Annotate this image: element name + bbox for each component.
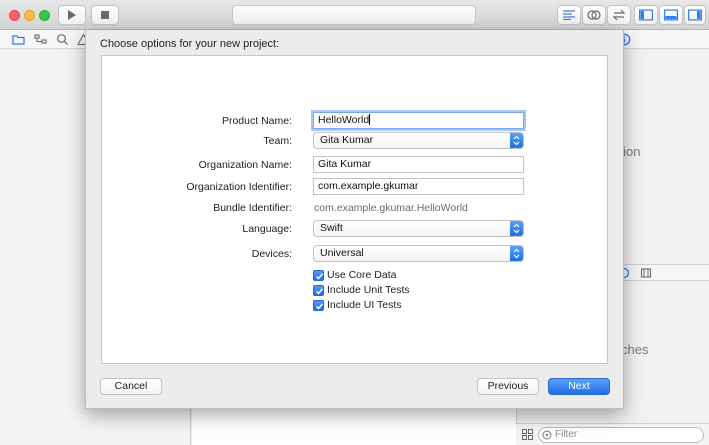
devices-value: Universal <box>320 247 364 259</box>
assistant-editor-button[interactable] <box>582 5 606 25</box>
organization-name-value: Gita Kumar <box>318 158 372 170</box>
options-panel: Product Name: HelloWorld Team: Gita Kuma… <box>101 55 608 364</box>
toggle-debug-area-button[interactable] <box>659 5 683 25</box>
team-label: Team: <box>263 135 292 147</box>
utilities-text-bottom: ches <box>621 342 649 357</box>
use-core-data-checkbox[interactable] <box>313 270 324 281</box>
filter-icon <box>542 430 552 440</box>
organization-name-label: Organization Name: <box>198 159 292 171</box>
new-project-sheet: Choose options for your new project: Pro… <box>85 30 624 409</box>
checkmark-icon <box>315 288 324 295</box>
product-name-label: Product Name: <box>221 115 292 127</box>
include-unit-tests-checkbox[interactable] <box>313 285 324 296</box>
folder-icon[interactable] <box>12 33 25 46</box>
media-library-icon[interactable] <box>640 267 652 279</box>
product-name-field[interactable]: HelloWorld <box>313 112 524 129</box>
search-icon[interactable] <box>56 33 69 46</box>
standard-editor-button[interactable] <box>557 5 581 25</box>
devices-label: Devices: <box>251 248 292 260</box>
include-unit-tests-label: Include Unit Tests <box>327 284 410 296</box>
sheet-title: Choose options for your new project: <box>100 38 280 50</box>
library-filter-bar: Filter <box>516 423 709 445</box>
include-ui-tests-checkbox[interactable] <box>313 300 324 311</box>
checkmark-icon <box>315 303 324 310</box>
language-value: Swift <box>320 222 343 234</box>
organization-identifier-label: Organization Identifier: <box>186 181 292 193</box>
cancel-button[interactable]: Cancel <box>100 378 162 395</box>
editor-lines-icon <box>563 10 575 20</box>
devices-popup[interactable]: Universal <box>313 245 524 262</box>
checkmark-icon <box>315 273 324 280</box>
close-window-button[interactable] <box>9 10 20 21</box>
minimize-window-button[interactable] <box>24 10 35 21</box>
product-name-value: HelloWorld <box>318 114 370 126</box>
activity-viewer <box>232 5 476 25</box>
popup-arrows-icon <box>510 221 523 236</box>
organization-identifier-field[interactable]: com.example.gkumar <box>313 178 524 195</box>
swap-arrows-icon <box>612 9 626 21</box>
organization-identifier-value: com.example.gkumar <box>318 180 419 192</box>
left-panel-icon <box>639 9 653 21</box>
play-icon <box>68 10 76 20</box>
team-value: Gita Kumar <box>320 134 374 146</box>
next-button[interactable]: Next <box>548 378 610 395</box>
popup-arrows-icon <box>510 133 523 148</box>
right-panel-icon <box>688 9 702 21</box>
popup-arrows-icon <box>510 246 523 261</box>
filter-placeholder: Filter <box>555 429 578 440</box>
bundle-identifier-label: Bundle Identifier: <box>213 202 292 214</box>
bottom-panel-icon <box>664 9 678 21</box>
include-ui-tests-label: Include UI Tests <box>327 299 402 311</box>
assistant-rings-icon <box>587 10 601 20</box>
use-core-data-label: Use Core Data <box>327 269 397 281</box>
language-popup[interactable]: Swift <box>313 220 524 237</box>
bundle-identifier-value: com.example.gkumar.HelloWorld <box>314 202 468 214</box>
stop-icon <box>101 11 109 19</box>
text-caret <box>369 114 371 125</box>
stop-button[interactable] <box>91 5 119 25</box>
hierarchy-icon[interactable] <box>34 33 47 46</box>
window-toolbar <box>0 0 709 30</box>
previous-button[interactable]: Previous <box>477 378 539 395</box>
zoom-window-button[interactable] <box>39 10 50 21</box>
run-button[interactable] <box>58 5 86 25</box>
language-label: Language: <box>242 223 292 235</box>
grid-view-icon[interactable] <box>522 429 533 440</box>
team-popup[interactable]: Gita Kumar <box>313 132 524 149</box>
toggle-navigator-button[interactable] <box>634 5 658 25</box>
library-filter-input[interactable]: Filter <box>538 427 704 443</box>
version-editor-button[interactable] <box>607 5 631 25</box>
toggle-utilities-button[interactable] <box>684 5 706 25</box>
organization-name-field[interactable]: Gita Kumar <box>313 156 524 173</box>
